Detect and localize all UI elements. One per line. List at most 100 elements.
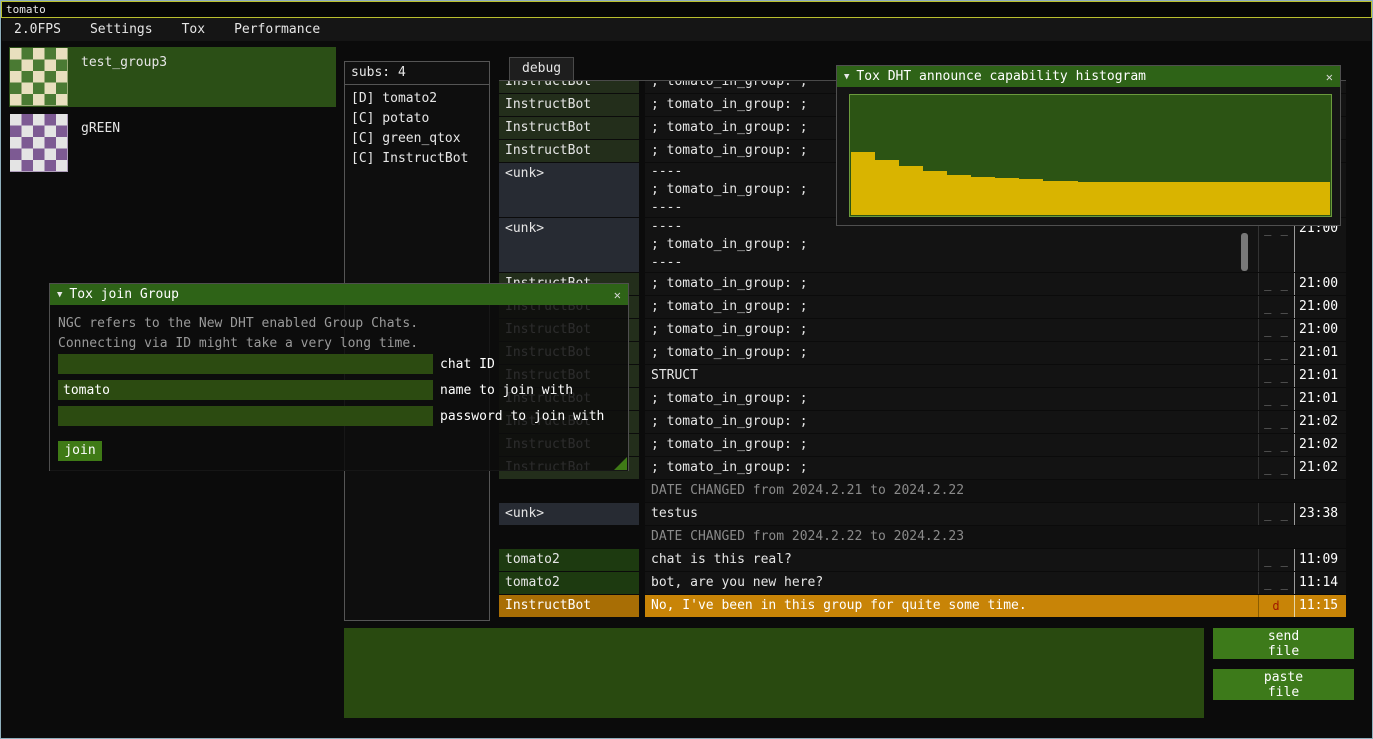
chat-timestamp: 11:09 — [1294, 549, 1346, 571]
window-title: tomato — [6, 3, 46, 16]
close-icon[interactable]: ✕ — [1326, 70, 1333, 84]
chat-status: d — [1258, 595, 1294, 617]
member-item[interactable]: [C] InstructBot — [345, 149, 489, 169]
chat-row-body: ; tomato_in_group: ;_ _21:00 — [645, 319, 1346, 341]
chat-row[interactable]: <unk>testus_ _23:38 — [499, 503, 1346, 525]
chat-message: chat is this real? — [645, 549, 1258, 571]
chat-message: ; tomato_in_group: ; — [645, 457, 1258, 479]
histogram-bars — [851, 96, 1330, 215]
histogram-bar — [875, 160, 887, 215]
chat-row[interactable]: <unk>---- ; tomato_in_group: ; ----_ _21… — [499, 218, 1346, 272]
histogram-bar — [1066, 181, 1078, 216]
chat-message: No, I've been in this group for quite so… — [645, 595, 1258, 617]
histogram-bar — [1078, 182, 1090, 215]
chat-timestamp: 21:02 — [1294, 457, 1346, 479]
chat-timestamp: 21:00 — [1294, 296, 1346, 318]
histogram-bar — [1306, 182, 1318, 215]
histogram-bar — [935, 171, 947, 215]
histogram-bar — [1031, 179, 1043, 215]
member-item[interactable]: [C] green_qtox — [345, 129, 489, 149]
menu-item-settings[interactable]: Settings — [86, 18, 157, 41]
join-button[interactable]: join — [58, 441, 102, 461]
chat-row-body: ; tomato_in_group: ;_ _21:01 — [645, 342, 1346, 364]
chat-timestamp: 23:38 — [1294, 503, 1346, 525]
group-name: gREEN — [81, 113, 120, 173]
menu-item-performance[interactable]: Performance — [230, 18, 324, 41]
member-item[interactable]: [C] potato — [345, 109, 489, 129]
paste-file-button[interactable]: paste file — [1213, 669, 1354, 700]
chat-timestamp: 21:01 — [1294, 365, 1346, 387]
histogram-bar — [1007, 178, 1019, 215]
histogram-plot[interactable] — [849, 94, 1332, 217]
collapse-icon[interactable]: ▼ — [57, 290, 62, 300]
menu-item-2-0fps[interactable]: 2.0FPS — [10, 18, 65, 41]
chat-message: ; tomato_in_group: ; — [645, 342, 1258, 364]
tab-debug[interactable]: debug — [509, 57, 574, 80]
histogram-bar — [887, 160, 899, 215]
histogram-bar — [947, 175, 959, 215]
group-avatar — [10, 48, 68, 106]
histogram-titlebar[interactable]: ▼ Tox DHT announce capability histogram … — [837, 66, 1340, 87]
menu-item-tox[interactable]: Tox — [178, 18, 209, 41]
chat-timestamp: 21:00 — [1294, 273, 1346, 295]
histogram-title: Tox DHT announce capability histogram — [856, 69, 1146, 84]
collapse-icon[interactable]: ▼ — [844, 72, 849, 82]
group-item-green[interactable]: gREEN — [9, 113, 336, 173]
group-item-test-group3[interactable]: test_group3 — [9, 47, 336, 107]
histogram-bar — [1294, 182, 1306, 215]
chat-row[interactable]: DATE CHANGED from 2024.2.21 to 2024.2.22 — [499, 480, 1346, 502]
chat-row[interactable]: InstructBotNo, I've been in this group f… — [499, 595, 1346, 617]
histogram-bar — [995, 178, 1007, 215]
message-input[interactable] — [344, 628, 1204, 718]
chat-status — [1258, 526, 1294, 548]
chat-row-body: ; tomato_in_group: ;_ _21:02 — [645, 434, 1346, 456]
message-scrollbar-thumb[interactable] — [1241, 233, 1248, 271]
chat-row-body: ; tomato_in_group: ;_ _21:02 — [645, 457, 1346, 479]
histogram-bar — [1054, 181, 1066, 216]
member-item[interactable]: [D] tomato2 — [345, 89, 489, 109]
join-name-input[interactable] — [58, 380, 433, 400]
histogram-bar — [1270, 182, 1282, 215]
histogram-bar — [1174, 182, 1186, 215]
resize-grip-icon[interactable] — [614, 457, 627, 470]
chat-timestamp: 11:15 — [1294, 595, 1346, 617]
menu-bar: 2.0FPS Settings Tox Performance — [2, 18, 1371, 41]
window-titlebar[interactable]: tomato — [1, 1, 1372, 18]
chat-row-body: STRUCT_ _21:01 — [645, 365, 1346, 387]
join-group-titlebar[interactable]: ▼ Tox join Group ✕ — [50, 284, 628, 305]
chat-status: _ _ — [1258, 319, 1294, 341]
chat-sender: InstructBot — [499, 117, 639, 139]
chat-sender: <unk> — [499, 163, 639, 217]
app-window: tomato 2.0FPS Settings Tox Performance test… — [0, 0, 1373, 739]
join-password-label: password to join with — [440, 409, 604, 424]
histogram-bar — [1210, 182, 1222, 215]
chat-row-body: ; tomato_in_group: ;_ _21:02 — [645, 411, 1346, 433]
histogram-bar — [899, 166, 911, 215]
histogram-bar — [1258, 182, 1270, 215]
chat-timestamp: 21:02 — [1294, 411, 1346, 433]
join-info-line2: Connecting via ID might take a very long… — [58, 334, 628, 354]
join-info-line1: NGC refers to the New DHT enabled Group … — [58, 314, 628, 334]
chat-status: _ _ — [1258, 457, 1294, 479]
chat-message: DATE CHANGED from 2024.2.22 to 2024.2.23 — [645, 526, 1258, 548]
chat-sender: tomato2 — [499, 572, 639, 594]
chat-row[interactable]: tomato2bot, are you new here?_ _11:14 — [499, 572, 1346, 594]
chat-sender: <unk> — [499, 503, 639, 525]
chat-message: ; tomato_in_group: ; — [645, 296, 1258, 318]
chat-status: _ _ — [1258, 296, 1294, 318]
send-file-button[interactable]: send file — [1213, 628, 1354, 659]
chat-sender: InstructBot — [499, 81, 639, 93]
histogram-bar — [983, 177, 995, 215]
chat-message: testus — [645, 503, 1258, 525]
histogram-bar — [923, 171, 935, 215]
histogram-bar — [1246, 182, 1258, 215]
chat-id-input[interactable] — [58, 354, 433, 374]
chat-row[interactable]: DATE CHANGED from 2024.2.22 to 2024.2.23 — [499, 526, 1346, 548]
close-icon[interactable]: ✕ — [614, 288, 621, 302]
chat-timestamp: 21:01 — [1294, 388, 1346, 410]
histogram-bar — [971, 177, 983, 215]
join-password-input[interactable] — [58, 406, 433, 426]
chat-row-body: chat is this real?_ _11:09 — [645, 549, 1346, 571]
chat-message: ; tomato_in_group: ; — [645, 434, 1258, 456]
chat-row[interactable]: tomato2chat is this real?_ _11:09 — [499, 549, 1346, 571]
